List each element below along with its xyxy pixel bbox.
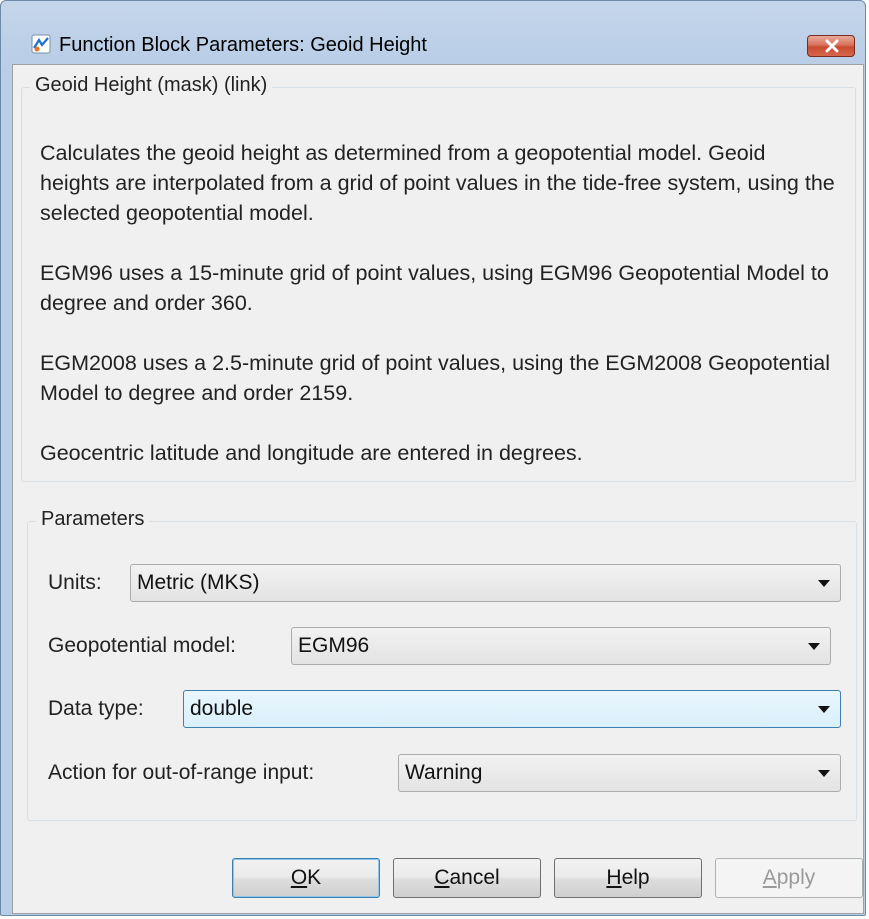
cancel-mnemonic: C — [434, 866, 450, 889]
units-dropdown[interactable]: Metric (MKS) — [130, 564, 841, 602]
data-type-dropdown[interactable]: double — [183, 690, 841, 728]
chevron-down-icon — [808, 643, 820, 650]
cancel-label-rest: ancel — [449, 866, 500, 889]
dialog-window: Function Block Parameters: Geoid Height … — [0, 0, 866, 916]
close-x-icon — [825, 39, 839, 53]
data-type-value: double — [190, 697, 254, 720]
geopotential-model-label: Geopotential model: — [48, 634, 236, 657]
description-paragraph: EGM96 uses a 15-minute grid of point val… — [40, 261, 829, 315]
window-title: Function Block Parameters: Geoid Height — [59, 34, 427, 56]
apply-mnemonic: A — [762, 866, 777, 889]
description-legend: Geoid Height (mask) (link) — [30, 74, 273, 97]
chevron-down-icon — [818, 770, 830, 777]
parameters-legend: Parameters — [36, 508, 150, 531]
close-button[interactable] — [807, 35, 855, 57]
description-group: Geoid Height (mask) (link) Calculates th… — [21, 74, 856, 482]
apply-button[interactable]: Apply — [715, 858, 863, 898]
ok-button[interactable]: OK — [232, 858, 380, 898]
ok-label-rest: K — [307, 866, 322, 889]
apply-label-rest: pply — [776, 866, 816, 889]
description-paragraph: Geocentric latitude and longitude are en… — [40, 441, 583, 465]
out-of-range-action-value: Warning — [405, 761, 483, 784]
description-paragraph: Calculates the geoid height as determine… — [40, 141, 835, 225]
simulink-block-icon — [31, 34, 51, 54]
description-text: Calculates the geoid height as determine… — [40, 138, 840, 498]
out-of-range-action-label: Action for out-of-range input: — [48, 761, 315, 784]
ok-mnemonic: O — [290, 866, 308, 889]
chevron-down-icon — [818, 706, 830, 713]
chevron-down-icon — [818, 580, 830, 587]
geopotential-model-value: EGM96 — [298, 634, 370, 657]
help-label-rest: elp — [621, 866, 650, 889]
description-paragraph: EGM2008 uses a 2.5-minute grid of point … — [40, 351, 830, 405]
dialog-body: Geoid Height (mask) (link) Calculates th… — [12, 64, 864, 914]
cancel-button[interactable]: Cancel — [393, 858, 541, 898]
units-value: Metric (MKS) — [137, 571, 260, 594]
geopotential-model-dropdown[interactable]: EGM96 — [291, 627, 831, 665]
units-label: Units: — [48, 571, 102, 594]
title-bar[interactable]: Function Block Parameters: Geoid Height — [1, 1, 865, 61]
data-type-label: Data type: — [48, 697, 144, 720]
help-button[interactable]: Help — [554, 858, 702, 898]
help-mnemonic: H — [606, 866, 622, 889]
out-of-range-action-dropdown[interactable]: Warning — [398, 754, 841, 792]
